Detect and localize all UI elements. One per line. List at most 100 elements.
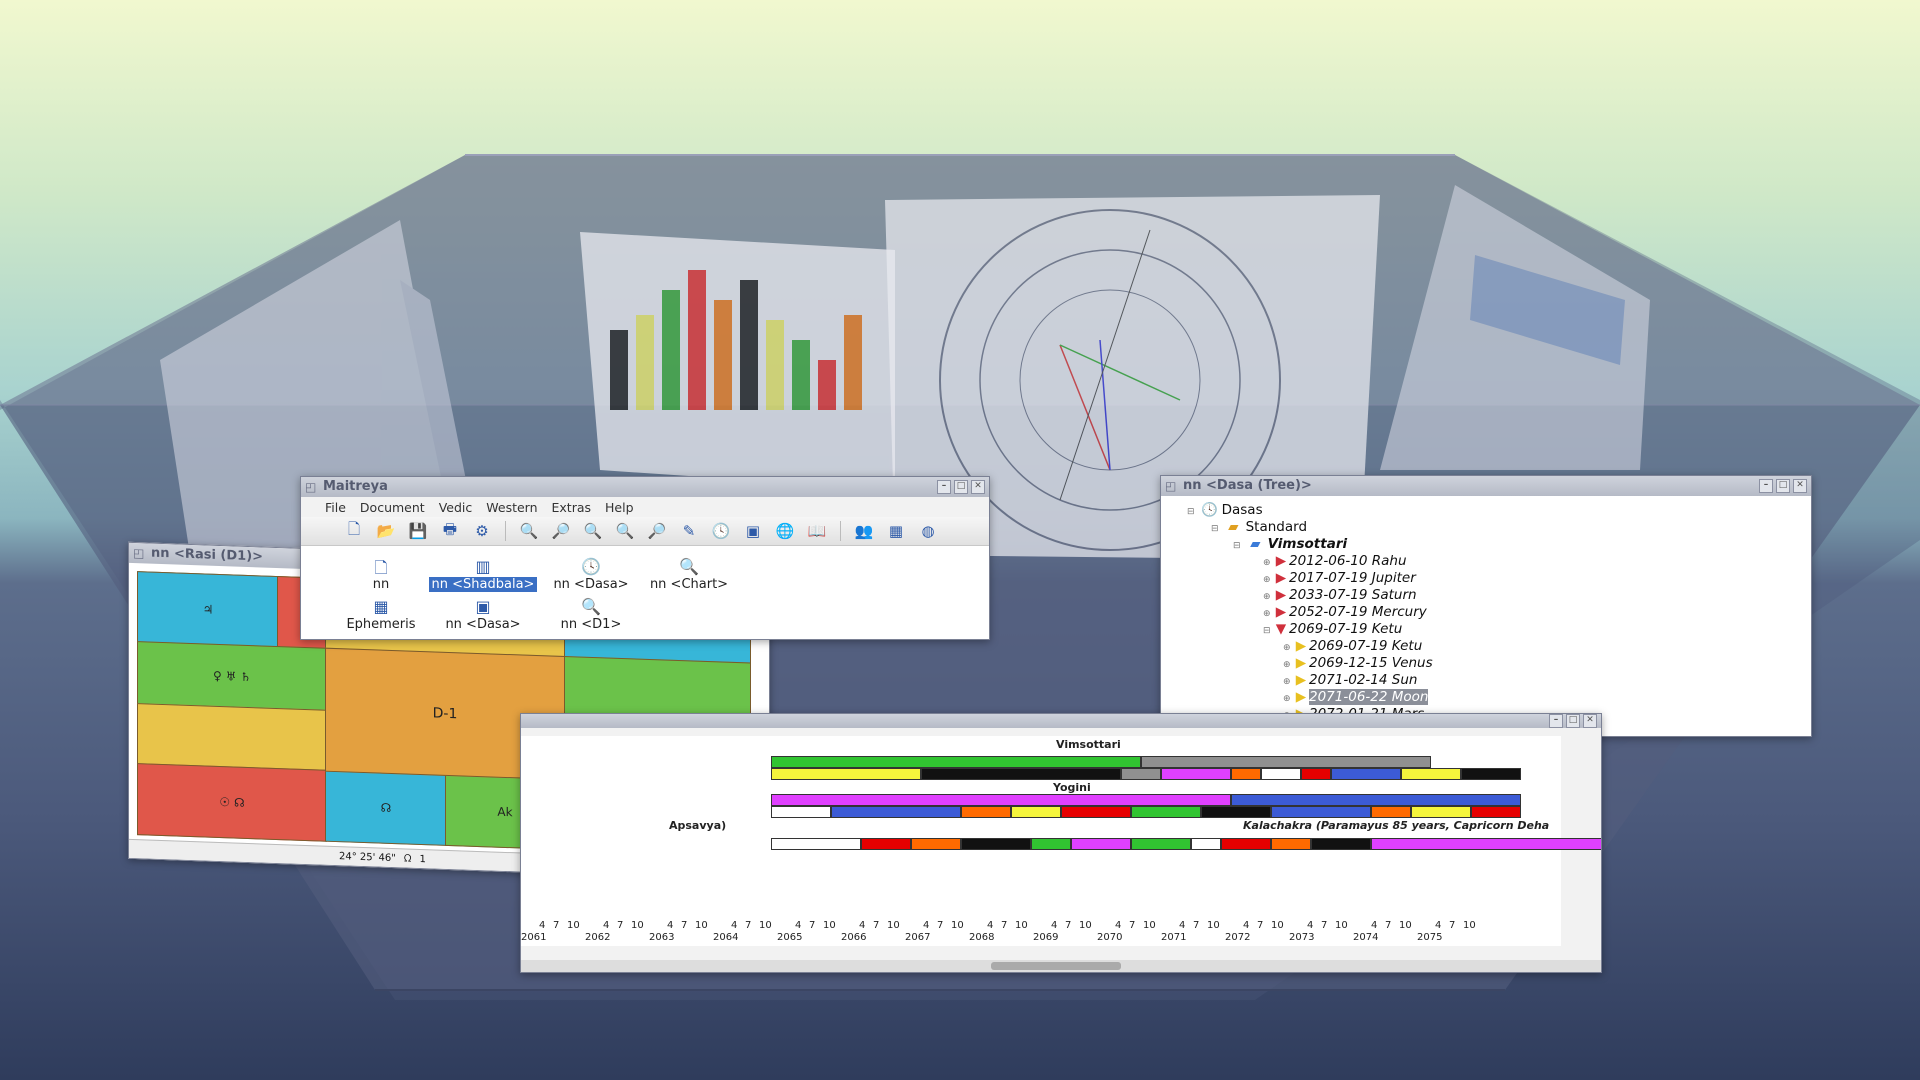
dasa-period-bar[interactable] — [1461, 768, 1521, 780]
dasa-period-bar[interactable] — [1121, 768, 1161, 780]
dasa-period-bar[interactable] — [1031, 838, 1071, 850]
dasa-period-bar[interactable] — [1301, 768, 1331, 780]
world-icon[interactable]: ◍ — [915, 520, 941, 542]
zoom-fit-icon[interactable]: 🔎 — [644, 520, 670, 542]
tree-node-vimsottari[interactable]: ⊟ ▰ Vimsottari — [1167, 536, 1811, 553]
dasa-period-bar[interactable] — [1331, 768, 1401, 780]
document-item[interactable]: ▥ nn <Shadbala> — [427, 552, 539, 592]
document-item[interactable]: 🔍 nn <Chart> — [643, 552, 735, 592]
close-button[interactable]: ✕ — [1793, 479, 1807, 493]
rasi-house[interactable] — [137, 703, 327, 772]
tree-node-dasa[interactable]: ⊕ ▶ 2017-07-19 Jupiter — [1167, 570, 1811, 587]
dasa-period-bar[interactable] — [1371, 806, 1411, 818]
dasa-period-bar[interactable] — [1311, 838, 1371, 850]
document-item[interactable]: ▣ nn <Dasa> — [427, 592, 539, 632]
dasa-period-bar[interactable] — [1131, 806, 1201, 818]
maximize-button[interactable]: □ — [954, 480, 968, 494]
zoom-in-icon[interactable]: 🔎 — [548, 520, 574, 542]
search-icon[interactable]: 🔍 — [516, 520, 542, 542]
properties-icon[interactable]: ⚙ — [469, 520, 495, 542]
dasa-period-bar[interactable] — [1271, 838, 1311, 850]
dasa-tree[interactable]: ⊟ 🕓 Dasas ⊟ ▰ Standard ⊟ ▰ Vimsottari ⊕ ▶… — [1161, 496, 1811, 723]
dasa-period-bar[interactable] — [1271, 806, 1371, 818]
dasa-period-bar[interactable] — [1071, 838, 1131, 850]
minimize-button[interactable]: – — [937, 480, 951, 494]
dasa-period-bar[interactable] — [921, 768, 1121, 780]
rasi-house[interactable]: ☉ ☊ — [137, 763, 327, 842]
clock-icon[interactable]: 🕓 — [708, 520, 734, 542]
dasa-period-bar[interactable] — [911, 838, 961, 850]
tree-node-standard[interactable]: ⊟ ▰ Standard — [1167, 519, 1811, 536]
tree-node-dasa[interactable]: ⊕ ▶ 2052-07-19 Mercury — [1167, 604, 1811, 621]
menu-extras[interactable]: Extras — [552, 500, 592, 515]
save-icon[interactable]: 💾 — [405, 520, 431, 542]
dasa-period-bar[interactable] — [771, 768, 921, 780]
dasa-period-bar[interactable] — [1231, 794, 1521, 806]
dasa-period-bar[interactable] — [1471, 806, 1521, 818]
print-icon[interactable]: 🖶 — [437, 520, 463, 542]
timeline-canvas[interactable]: Vimsottari Yogini Kalachakra (Paramayus … — [521, 736, 1601, 946]
dasa-tree-titlebar[interactable]: ◰ nn <Dasa (Tree)> – □ ✕ — [1161, 476, 1811, 496]
edit-icon[interactable]: ✎ — [676, 520, 702, 542]
image-icon[interactable]: ▣ — [740, 520, 766, 542]
dasa-period-bar[interactable] — [1131, 838, 1191, 850]
dasa-period-bar[interactable] — [771, 806, 831, 818]
document-item[interactable]: ▦ Ephemeris — [341, 592, 421, 632]
dasa-period-bar[interactable] — [861, 838, 911, 850]
close-button[interactable]: ✕ — [1583, 714, 1597, 728]
dasa-graphic-titlebar[interactable]: – □ ✕ — [521, 714, 1601, 728]
dasa-period-bar[interactable] — [771, 756, 1141, 768]
tree-node-dasa[interactable]: ⊕ ▶ 2071-02-14 Sun — [1167, 672, 1811, 689]
document-item[interactable]: 🗋 nn — [341, 552, 421, 592]
rasi-house[interactable]: ☊ — [325, 769, 447, 846]
dasa-period-bar[interactable] — [1261, 768, 1301, 780]
minimize-button[interactable]: – — [1759, 479, 1773, 493]
dasa-period-bar[interactable] — [961, 838, 1031, 850]
dasa-period-bar[interactable] — [1191, 838, 1221, 850]
timeline-scrollbar[interactable] — [521, 960, 1601, 972]
menu-help[interactable]: Help — [605, 500, 634, 515]
maitreya-main-window[interactable]: ◰ Maitreya – □ ✕ File Document Vedic Wester… — [300, 476, 990, 640]
tree-node-dasa[interactable]: ⊟ ▼ 2069-07-19 Ketu — [1167, 621, 1811, 638]
dasa-tree-window[interactable]: ◰ nn <Dasa (Tree)> – □ ✕ ⊟ 🕓 Dasas ⊟ ▰ S… — [1160, 475, 1812, 737]
tree-node-dasa[interactable]: ⊕ ▶ 2071-06-22 Moon — [1167, 689, 1811, 706]
maximize-button[interactable]: □ — [1776, 479, 1790, 493]
dasa-period-bar[interactable] — [1061, 806, 1131, 818]
dasa-period-bar[interactable] — [1221, 838, 1271, 850]
find-icon[interactable]: 🔍 — [612, 520, 638, 542]
maitreya-titlebar[interactable]: ◰ Maitreya – □ ✕ — [301, 477, 989, 497]
menu-western[interactable]: Western — [486, 500, 537, 515]
dasa-period-bar[interactable] — [1141, 756, 1431, 768]
document-item[interactable]: 🔍 nn <D1> — [545, 592, 637, 632]
menu-document[interactable]: Document — [360, 500, 425, 515]
menu-file[interactable]: File — [325, 500, 346, 515]
tree-node-root[interactable]: ⊟ 🕓 Dasas — [1167, 502, 1811, 519]
rasi-house[interactable]: ♃ — [137, 571, 279, 649]
dasa-period-bar[interactable] — [831, 806, 961, 818]
tree-node-dasa[interactable]: ⊕ ▶ 2069-12-15 Venus — [1167, 655, 1811, 672]
globe-icon[interactable]: 🌐 — [772, 520, 798, 542]
document-item[interactable]: 🕓 nn <Dasa> — [545, 552, 637, 592]
tree-node-dasa[interactable]: ⊕ ▶ 2069-07-19 Ketu — [1167, 638, 1811, 655]
open-icon[interactable]: 📂 — [373, 520, 399, 542]
new-icon[interactable]: 🗋 — [341, 520, 367, 542]
dasa-period-bar[interactable] — [961, 806, 1011, 818]
dasa-period-bar[interactable] — [1411, 806, 1471, 818]
menu-vedic[interactable]: Vedic — [439, 500, 473, 515]
book-icon[interactable]: 📖 — [804, 520, 830, 542]
dasa-period-bar[interactable] — [1201, 806, 1271, 818]
tree-node-dasa[interactable]: ⊕ ▶ 2033-07-19 Saturn — [1167, 587, 1811, 604]
close-button[interactable]: ✕ — [971, 480, 985, 494]
users-icon[interactable]: 👥 — [851, 520, 877, 542]
scrollbar-thumb[interactable] — [991, 962, 1121, 970]
minimize-button[interactable]: – — [1549, 714, 1563, 728]
dasa-graphic-window[interactable]: – □ ✕ Vimsottari Yogini Kalachakra (Para… — [520, 713, 1602, 973]
grid-icon[interactable]: ▦ — [883, 520, 909, 542]
rasi-house[interactable]: ♀ ♅ ♄ — [137, 641, 327, 712]
maximize-button[interactable]: □ — [1566, 714, 1580, 728]
dasa-period-bar[interactable] — [1231, 768, 1261, 780]
dasa-period-bar[interactable] — [1161, 768, 1231, 780]
dasa-period-bar[interactable] — [771, 838, 861, 850]
dasa-period-bar[interactable] — [1371, 838, 1601, 850]
tree-node-dasa[interactable]: ⊕ ▶ 2012-06-10 Rahu — [1167, 553, 1811, 570]
